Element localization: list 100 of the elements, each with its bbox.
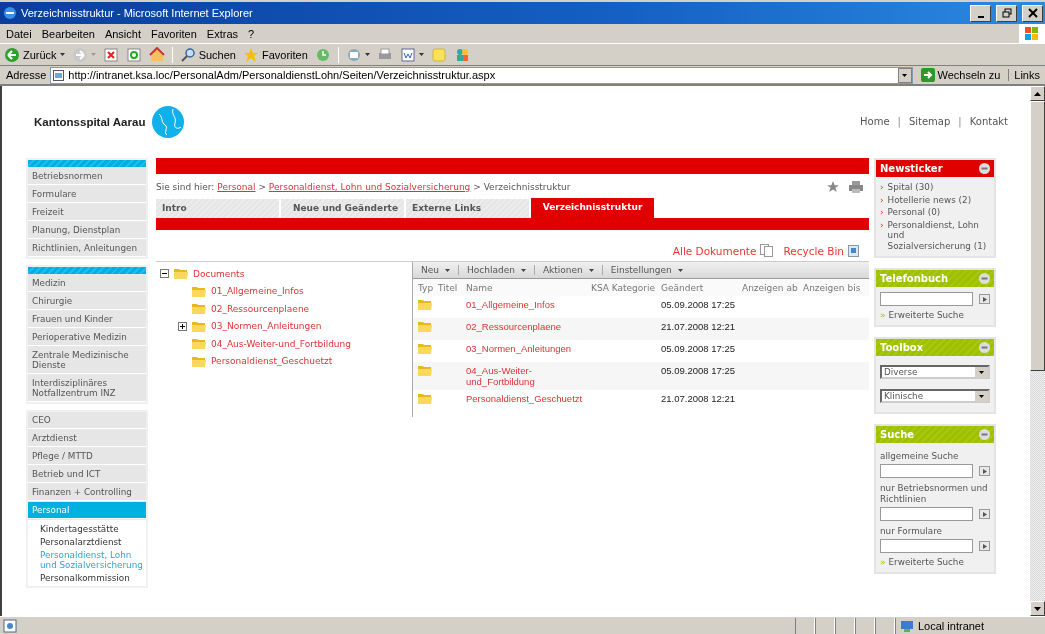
tab[interactable]: Externe Links: [406, 199, 531, 218]
go-button[interactable]: Wechseln zu: [916, 68, 1005, 82]
text-field[interactable]: [880, 507, 974, 521]
table-cell[interactable]: 02_Ressourcenplaene: [466, 321, 591, 337]
tab[interactable]: Intro: [156, 199, 281, 218]
menu-button[interactable]: Neu: [413, 265, 459, 275]
table-cell[interactable]: 04_Aus-Weiter-und_Fortbildung: [466, 365, 591, 387]
caret-icon: [979, 394, 984, 398]
dropdown[interactable]: Klinische: [880, 389, 990, 403]
close-icon: [1026, 7, 1039, 19]
breadcrumb-link[interactable]: Personal: [217, 182, 256, 192]
go-button[interactable]: [979, 541, 990, 551]
top-link[interactable]: Kontakt: [969, 116, 1008, 127]
tree-item[interactable]: 03_Normen_Anleitungen: [211, 321, 322, 332]
top-link[interactable]: Home: [860, 116, 890, 127]
menu-item[interactable]: Bearbeiten: [40, 27, 101, 40]
search-icon: [179, 46, 196, 63]
column-header[interactable]: Titel: [438, 282, 466, 293]
go-button[interactable]: [979, 294, 990, 304]
dropdown[interactable]: Diverse: [880, 365, 990, 379]
restore-button[interactable]: [996, 4, 1017, 22]
menu-button[interactable]: Aktionen: [534, 265, 603, 275]
text-field[interactable]: [880, 292, 974, 306]
news-link[interactable]: › Spital (30): [880, 182, 990, 193]
text-field[interactable]: [880, 464, 974, 478]
column-header[interactable]: Anzeigen bis: [803, 282, 869, 293]
home-icon: [148, 46, 165, 63]
status-text: Local intranet: [918, 619, 985, 632]
menu-item[interactable]: Datei: [5, 27, 38, 40]
refresh-icon: [125, 46, 142, 63]
back-button[interactable]: Zurück: [2, 46, 67, 63]
dropdown-button[interactable]: [897, 67, 912, 83]
breadcrumb-link[interactable]: Personaldienst, Lohn und Sozialversicherung: [268, 182, 471, 192]
folder-icon: [192, 320, 206, 332]
more-link[interactable]: » Erweiterte Suche: [880, 557, 990, 567]
news-link[interactable]: › Hotellerie news (2): [880, 194, 990, 205]
menu-item[interactable]: Favoriten: [150, 27, 203, 40]
table-cell[interactable]: 03_Normen_Anleitungen: [466, 343, 591, 359]
menu-item[interactable]: Ansicht: [103, 27, 147, 40]
subnav-item[interactable]: Kindertagesstätte: [40, 522, 146, 535]
panel-title: Suche: [880, 429, 915, 440]
search-button[interactable]: Suchen: [177, 46, 238, 63]
page-icon: [3, 618, 17, 633]
menu-item[interactable]: ?: [247, 27, 261, 40]
column-header[interactable]: Name: [466, 282, 591, 293]
menu-button[interactable]: Einstellungen: [602, 265, 691, 275]
text-field[interactable]: [880, 539, 974, 553]
field-label: allgemeine Suche: [880, 451, 960, 462]
documents-icon: [760, 244, 774, 257]
breadcrumb-current: Verzeichnisstruktur: [483, 182, 571, 192]
all-documents-link[interactable]: Alle Dokumente: [672, 244, 774, 257]
trash-icon: [848, 244, 859, 257]
note-icon: [430, 46, 447, 63]
column-header[interactable]: KSA Kategorie: [591, 282, 661, 293]
column-header[interactable]: Typ: [418, 282, 438, 293]
folder-icon: [418, 299, 432, 310]
tab[interactable]: Verzeichnisstruktur: [531, 198, 656, 218]
go-button[interactable]: [979, 509, 990, 519]
arrow-icon: [920, 68, 935, 82]
expand-icon[interactable]: [178, 321, 187, 331]
tree-item[interactable]: 01_Allgemeine_Infos: [211, 286, 304, 297]
close-button[interactable]: [1022, 4, 1043, 22]
subnav-item[interactable]: Personalarztdienst: [40, 535, 146, 548]
table-cell-text: 05.09.2008 17:25: [661, 365, 736, 378]
caret-icon: [59, 53, 65, 56]
news-link[interactable]: › Personal (0): [880, 207, 990, 218]
scrollbar[interactable]: [1030, 86, 1045, 616]
printer-icon[interactable]: [849, 181, 863, 193]
folder-icon: [418, 365, 432, 376]
table-cell[interactable]: Personaldienst_Geschuetzt: [466, 393, 591, 409]
news-link[interactable]: › Personaldienst, Lohn und Sozialversicherung (1): [880, 219, 990, 251]
star-button[interactable]: Favoriten: [240, 46, 310, 63]
more-link[interactable]: » Erweiterte Suche: [880, 310, 990, 320]
tree-item[interactable]: Personaldienst_Geschuetzt: [211, 356, 333, 367]
tree-item[interactable]: Documents: [193, 268, 245, 279]
folder-icon: [418, 393, 432, 404]
star-icon[interactable]: [827, 181, 839, 193]
address-field[interactable]: http://intranet.ksa.loc/PersonalAdm/PersonaldienstLohn/Seiten/Verzeichnisstruktur.aspx: [50, 66, 913, 84]
column-header[interactable]: Geändert: [661, 282, 742, 293]
menu-item[interactable]: Extras: [205, 27, 245, 40]
menu-button[interactable]: Hochladen: [459, 265, 535, 275]
logo-text[interactable]: Kantonsspital Aarau: [34, 115, 146, 128]
table-cell-text: 21.07.2008 12:21: [661, 321, 736, 334]
tree-item[interactable]: 02_Ressourcenplaene: [211, 303, 310, 314]
tab[interactable]: Neue und Geänderte: [281, 199, 406, 218]
forward-icon: [71, 46, 88, 63]
separator: |: [897, 116, 901, 127]
arrow-icon: [982, 296, 987, 302]
top-link[interactable]: Sitemap: [908, 116, 951, 127]
links-button[interactable]: Links: [1008, 69, 1043, 81]
minimize-button[interactable]: [970, 4, 991, 22]
subnav-item[interactable]: Personalkommission: [40, 571, 146, 584]
tree-item[interactable]: 04_Aus-Weiter-und_Fortbildung: [211, 338, 351, 349]
table-cell[interactable]: 01_Allgemeine_Infos: [466, 299, 591, 315]
table-cell-text: 05.09.2008 17:25: [661, 299, 736, 312]
column-header[interactable]: Anzeigen ab: [742, 282, 803, 293]
go-button[interactable]: [979, 466, 990, 476]
network-icon: [900, 618, 914, 633]
recycle-bin-link[interactable]: Recycle Bin: [783, 244, 859, 257]
collapse-icon[interactable]: [160, 269, 169, 279]
